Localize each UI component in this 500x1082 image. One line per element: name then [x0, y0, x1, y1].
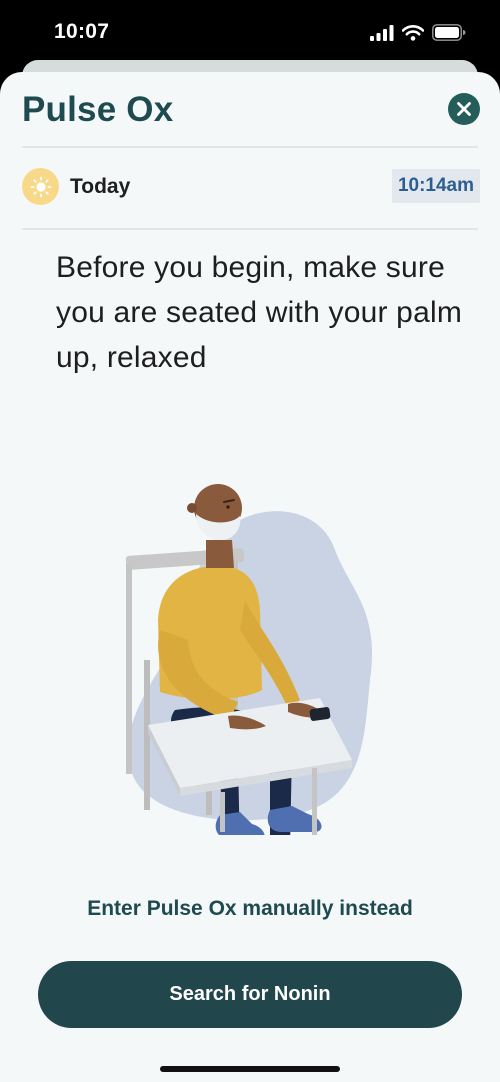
wifi-icon: [402, 24, 424, 41]
status-bar: 10:07: [0, 0, 500, 62]
sun-icon-badge: [22, 168, 59, 205]
battery-icon: [432, 24, 466, 41]
sun-icon: [30, 176, 51, 197]
status-icons: [370, 24, 466, 41]
close-button[interactable]: [448, 93, 480, 125]
seated-person-illustration: [125, 484, 372, 835]
date-row: Today 10:14am: [22, 168, 480, 206]
today-label: Today: [70, 175, 131, 198]
cellular-signal-icon: [370, 24, 394, 41]
time-badge: 10:14am: [391, 169, 480, 203]
close-icon: [457, 102, 471, 116]
home-indicator: [160, 1066, 340, 1072]
phone-screen: 10:07 Pulse Ox Today 10:14am Before you …: [0, 0, 500, 1082]
header-divider: [22, 146, 478, 148]
date-divider: [22, 228, 478, 230]
search-nonin-button[interactable]: Search for Nonin: [38, 961, 462, 1028]
page-title: Pulse Ox: [22, 90, 174, 129]
pulse-ox-sheet: Pulse Ox Today 10:14am Before you begin,…: [0, 72, 500, 1082]
instruction-text: Before you begin, make sure you are seat…: [56, 251, 463, 374]
status-time: 10:07: [54, 20, 110, 43]
manual-entry-link[interactable]: Enter Pulse Ox manually instead: [0, 897, 500, 921]
